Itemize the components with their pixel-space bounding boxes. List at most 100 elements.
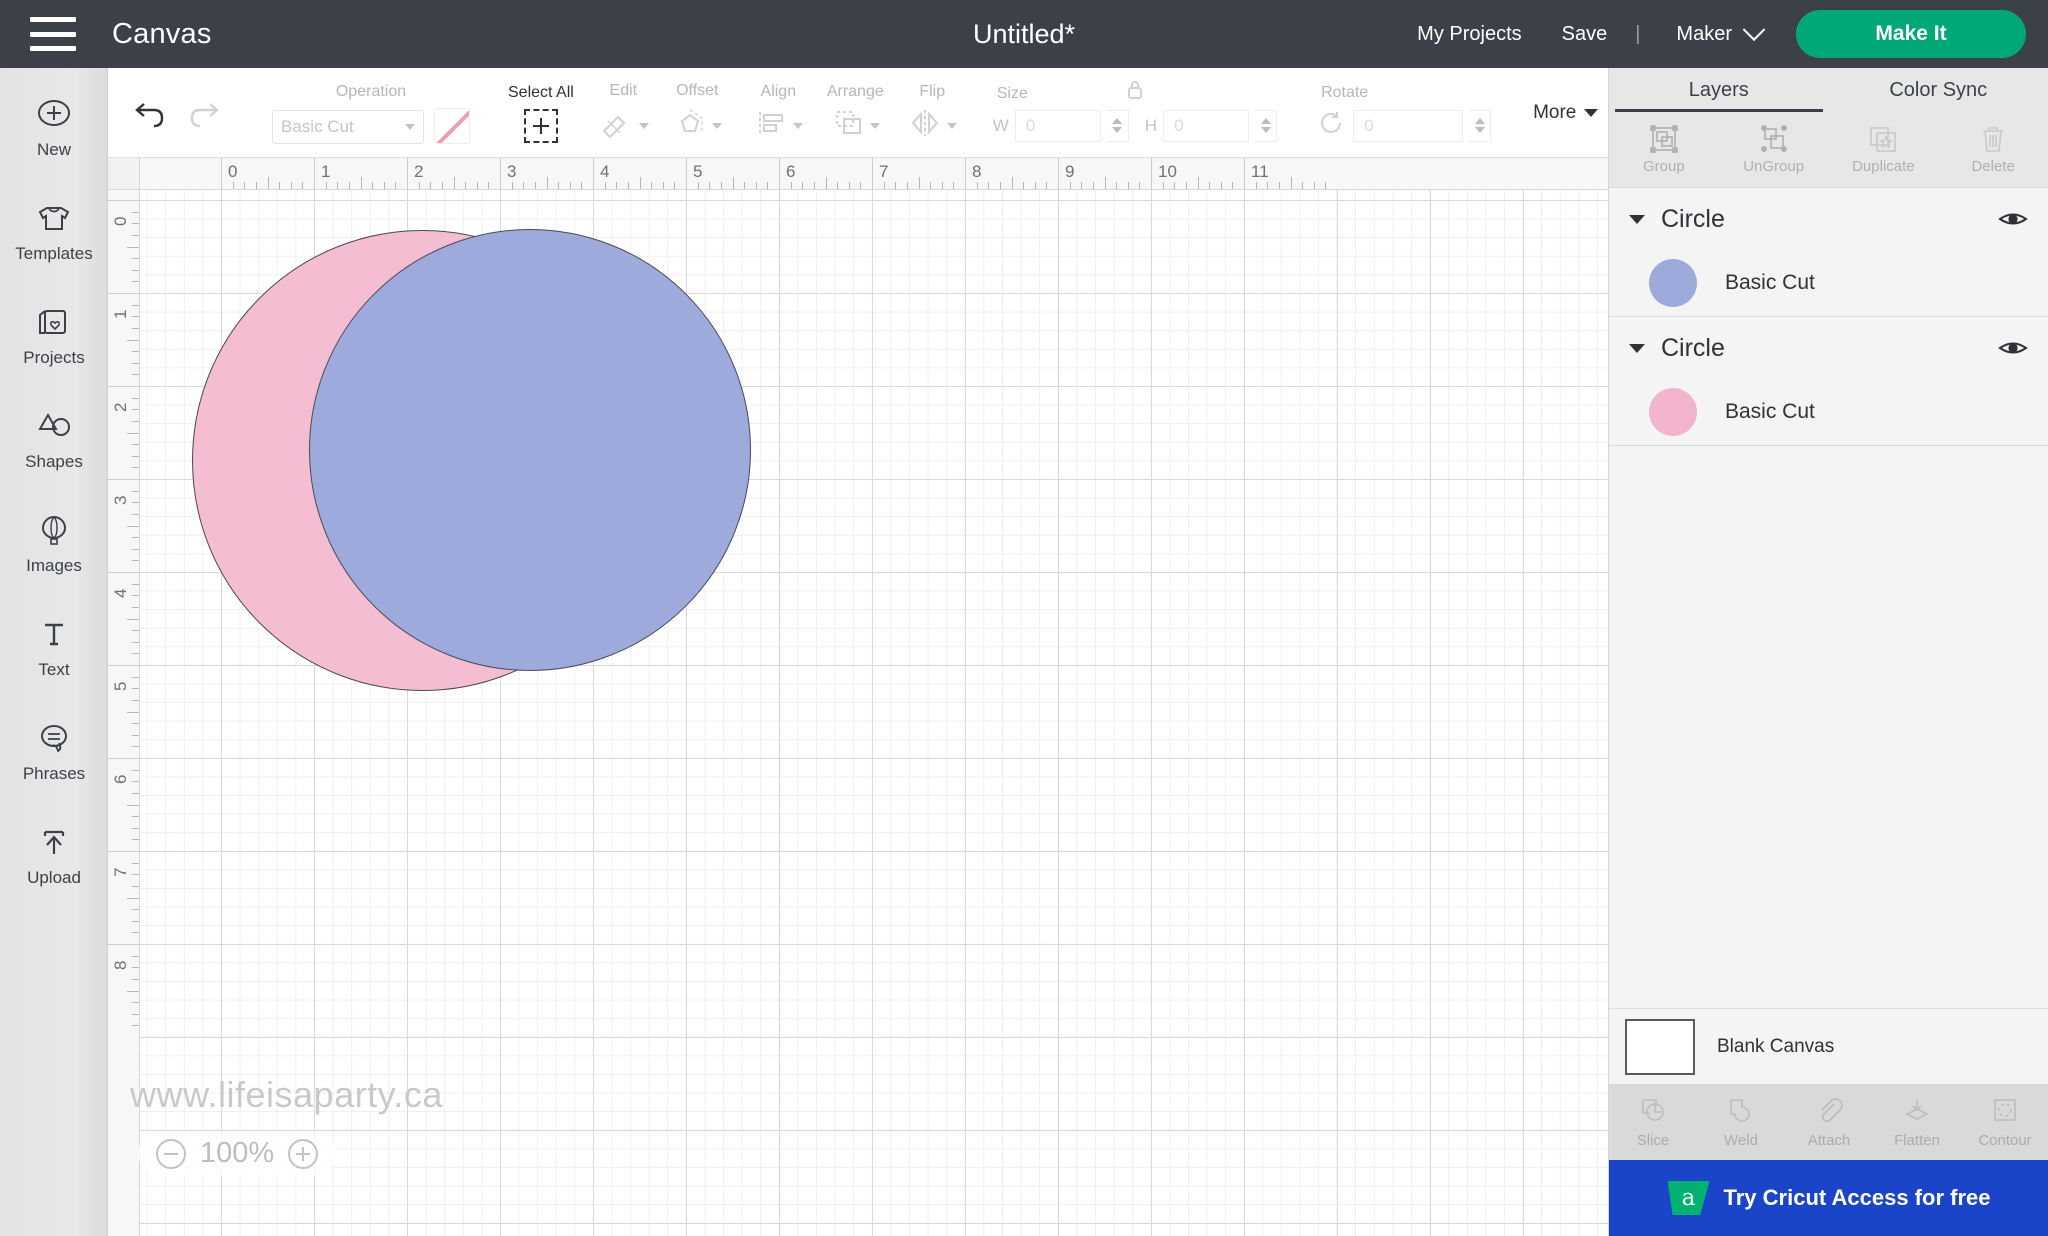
chevron-down-icon[interactable] [869,122,880,129]
rail-item-new[interactable]: New [0,82,108,172]
flip-group[interactable]: Flip [896,68,969,158]
panel-tabs: Layers Color Sync [1609,68,2048,112]
rail-item-upload[interactable]: Upload [0,810,108,900]
ungroup-button[interactable]: UnGroup [1719,112,1829,187]
weld-button[interactable]: Weld [1697,1084,1785,1160]
more-button[interactable]: More [1515,102,1616,124]
canvas-area[interactable]: 0 1 2 3 4 5 6 7 8 9 10 11 012345678 www.lifeisapart… [108,158,1608,1236]
flatten-button[interactable]: Flatten [1873,1084,1961,1160]
tab-color-sync[interactable]: Color Sync [1829,68,2048,112]
chevron-down-icon[interactable] [1629,214,1645,224]
ruler-tick-minor [132,455,139,457]
select-all-group[interactable]: Select All [496,68,586,158]
lock-icon[interactable] [1122,76,1148,107]
rotate-icon[interactable] [1317,109,1347,142]
redo-icon[interactable] [186,96,224,130]
slice-button[interactable]: Slice [1609,1084,1697,1160]
ruler-tick-minor [132,734,139,736]
ruler-tick-minor [1034,182,1036,189]
arrange-icon[interactable] [831,108,865,143]
undo-icon[interactable] [130,96,168,130]
ruler-tick-minor [999,182,1001,189]
chevron-down-icon[interactable] [638,122,649,129]
ruler-tick-major [221,158,222,189]
layer-header[interactable]: Circle [1609,317,2048,379]
edit-icon[interactable] [598,107,634,144]
offset-icon[interactable] [673,107,707,144]
height-input[interactable]: 0 [1163,109,1250,142]
duplicate-button[interactable]: Duplicate [1829,112,1939,187]
rotate-controls: 0 [1317,109,1492,142]
ruler-label: 1 [321,162,331,181]
rail-item-templates[interactable]: Templates [0,186,108,276]
flip-icon[interactable] [908,108,942,143]
offset-group[interactable]: Offset [661,68,734,158]
rail-item-phrases[interactable]: Phrases [0,706,108,796]
hamburger-icon[interactable] [30,17,76,51]
rail-item-projects[interactable]: Projects [0,290,108,380]
ruler-tick-major [108,386,139,387]
canvas-thumbnail[interactable] [1625,1018,1695,1075]
operation-color-swatch[interactable] [434,107,470,144]
ruler-tick-minor [132,223,139,225]
my-projects-link[interactable]: My Projects [1397,23,1541,46]
ruler-tick-minor [1325,182,1327,189]
height-stepper[interactable] [1255,109,1278,142]
contour-button[interactable]: Contour [1961,1084,2048,1160]
chevron-down-icon [1742,18,1766,42]
machine-selector[interactable]: Maker [1648,18,1778,46]
blue-circle-shape[interactable] [309,229,751,671]
chevron-down-icon[interactable] [711,122,722,129]
layer-color-swatch[interactable] [1649,388,1697,436]
make-it-button[interactable]: Make It [1796,10,2026,58]
plus-circle-icon [34,94,74,134]
tab-layers[interactable]: Layers [1609,68,1829,112]
ruler-tick-minor [127,246,139,248]
layer-child[interactable]: Basic Cut [1609,250,2048,316]
rail-item-shapes[interactable]: Shapes [0,394,108,484]
layer-header[interactable]: Circle [1609,188,2048,250]
align-icon[interactable] [754,108,788,143]
rotate-input[interactable]: 0 [1353,109,1464,142]
plus-circle-icon[interactable] [288,1138,319,1169]
select-all-icon[interactable] [523,108,558,143]
edit-group[interactable]: Edit [586,68,661,158]
layer-operation: Basic Cut [1725,400,1815,423]
rail-item-images[interactable]: Images [0,498,108,588]
minus-circle-icon[interactable] [156,1138,186,1169]
ruler-tick-minor [127,618,139,620]
tool-label: Duplicate [1852,158,1915,175]
ruler-tick-minor [511,182,513,189]
layer-color-swatch[interactable] [1649,259,1697,307]
canvas-layer-row[interactable]: Blank Canvas [1609,1008,2048,1084]
chevron-down-icon[interactable] [792,122,803,129]
rotate-stepper[interactable] [1469,109,1492,142]
save-button[interactable]: Save [1542,23,1628,46]
ruler-tick-minor [953,182,955,189]
width-input[interactable]: 0 [1014,109,1101,142]
group-button[interactable]: Group [1609,112,1719,187]
operation-select[interactable]: Basic Cut [272,109,424,144]
width-stepper[interactable] [1106,109,1129,142]
ruler-tick-major [779,158,780,189]
ruler-tick-minor [1139,182,1141,189]
align-group[interactable]: Align [742,68,815,158]
attach-button[interactable]: Attach [1785,1084,1873,1160]
ruler-tick-minor [244,182,246,189]
text-t-icon [34,614,74,654]
ruler-tick-minor [534,182,536,189]
eye-icon[interactable] [1998,209,2028,229]
ruler-tick-minor [132,304,139,306]
eye-icon[interactable] [1998,338,2028,358]
chevron-down-icon[interactable] [1629,343,1645,353]
layer-child[interactable]: Basic Cut [1609,379,2048,445]
cricut-access-promo[interactable]: a Try Cricut Access for free [1609,1160,2048,1236]
trash-icon [1978,124,2008,154]
arrange-group[interactable]: Arrange [815,68,896,158]
ruler-label: 3 [507,162,517,181]
canvas-grid[interactable] [140,190,1608,1236]
chevron-down-icon[interactable] [946,122,957,129]
delete-button[interactable]: Delete [1938,112,2048,187]
ruler-tick-minor [441,182,443,189]
rail-item-text[interactable]: Text [0,602,108,692]
